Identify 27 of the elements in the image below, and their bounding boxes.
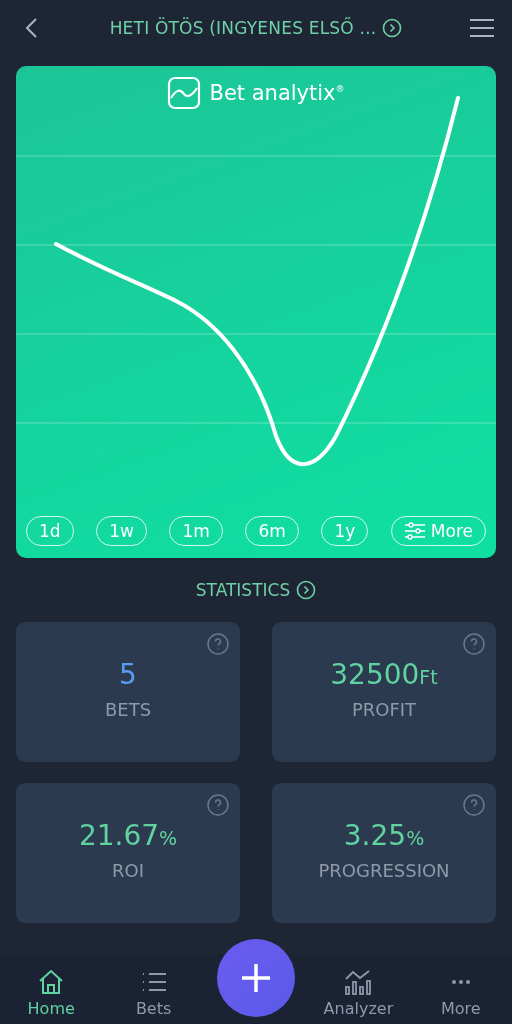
stat-label: PROGRESSION — [318, 860, 450, 881]
nav-tab[interactable]: More — [409, 966, 512, 1024]
stat-label: PROFIT — [351, 699, 417, 720]
stat-label: BETS — [104, 699, 152, 720]
stat-value: 21.67% — [78, 819, 178, 852]
stat-value: 3.25% — [343, 819, 425, 852]
nav-tab[interactable]: Bets — [102, 966, 205, 1024]
help-icon — [462, 793, 486, 817]
stat-label: ROI — [112, 860, 144, 881]
help-icon — [206, 793, 230, 817]
more-icon — [450, 979, 471, 985]
chart-logo-icon — [167, 76, 202, 110]
plus-icon — [239, 961, 273, 995]
chevron-circle-icon[interactable] — [296, 580, 317, 600]
section-title[interactable]: STATISTICS — [195, 580, 291, 600]
chevron-circle-icon[interactable] — [382, 18, 403, 38]
nav-tab[interactable]: Home — [0, 966, 103, 1024]
menu-icon[interactable] — [468, 17, 496, 39]
stat-value: 5 — [119, 658, 137, 691]
help-icon — [206, 632, 230, 656]
nav-tab[interactable]: Analyzer — [307, 966, 410, 1024]
chart-icon — [343, 967, 374, 997]
sliders-icon — [403, 522, 426, 540]
page-title: HETI ÖTÖS (INGYENES ELSŐ ... — [109, 18, 377, 38]
stat-value: 32500Ft — [330, 658, 438, 691]
help-icon — [462, 632, 486, 656]
app-logo-text: Bet analytix$^{®}$ — [209, 81, 345, 105]
